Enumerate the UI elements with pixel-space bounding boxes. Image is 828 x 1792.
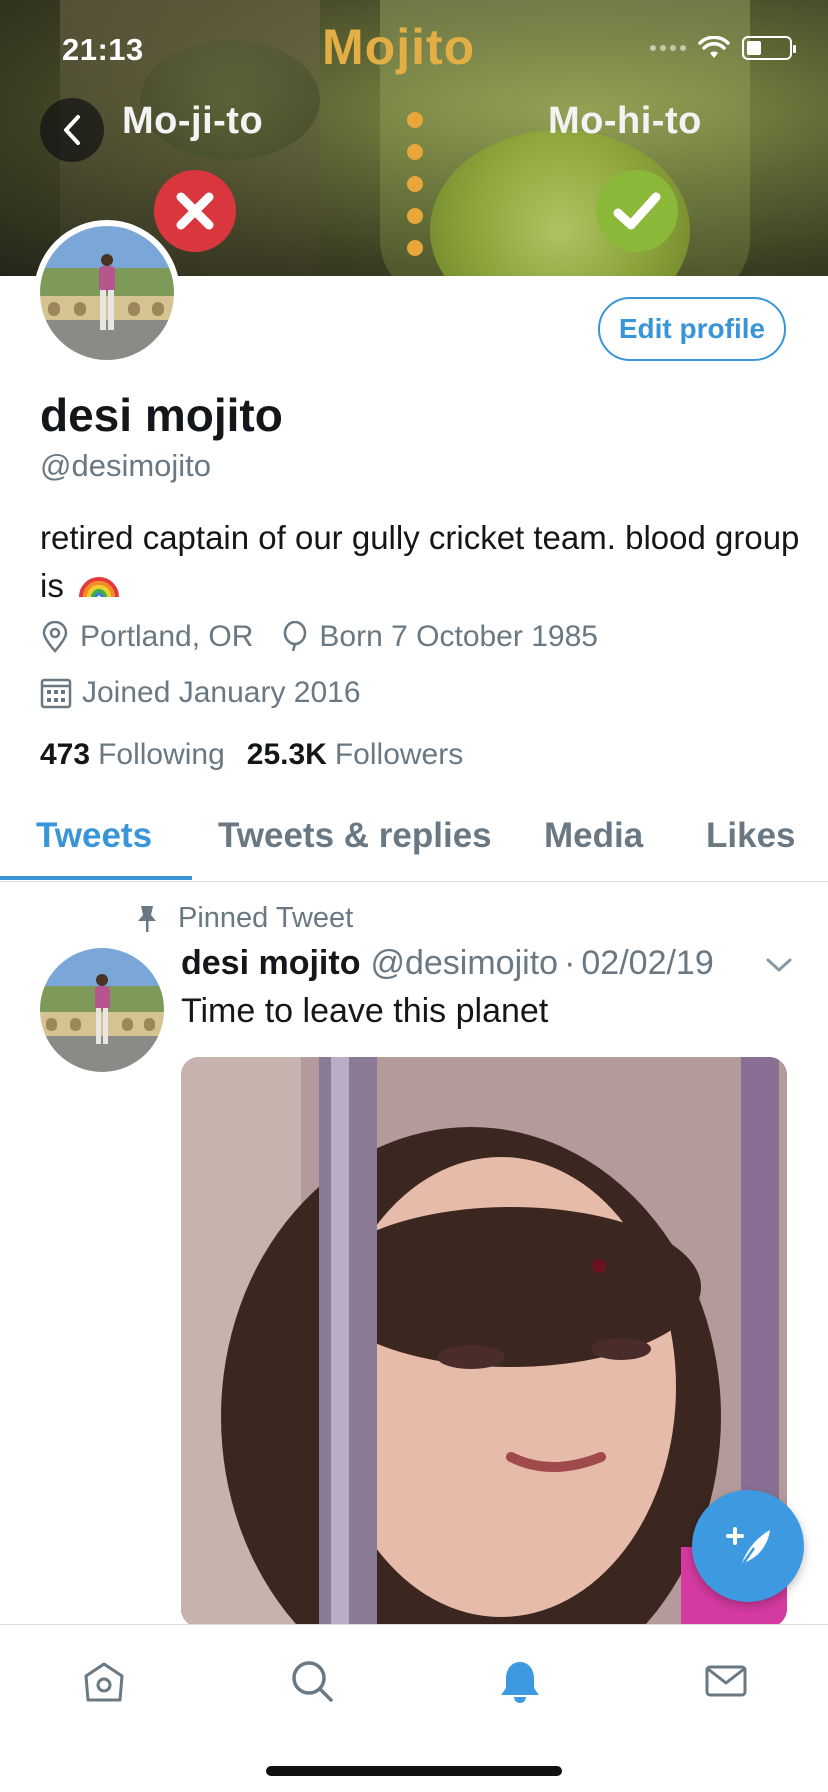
followers-label: Followers	[334, 738, 464, 771]
compose-feather-icon	[726, 1527, 770, 1569]
tab-tweets[interactable]: Tweets	[36, 816, 152, 856]
location-pin-icon	[42, 621, 68, 653]
tweet-text: Time to leave this planet	[181, 992, 549, 1030]
signal-icon	[650, 45, 686, 51]
profile-bio-text: retired captain of our gully cricket tea…	[40, 519, 800, 604]
profile-stats: 473 Following 25.3K Followers	[40, 738, 463, 772]
following-label: Following	[98, 738, 225, 771]
status-time: 21:13	[62, 32, 144, 67]
status-indicators	[650, 36, 796, 60]
profile-tabs: Tweets Tweets & replies Media Likes	[0, 806, 828, 882]
profile-location-text: Portland, OR	[80, 620, 254, 653]
profile-handle: @desimojito	[40, 448, 212, 483]
messages-icon[interactable]	[700, 1655, 752, 1707]
tab-media[interactable]: Media	[544, 816, 643, 856]
home-indicator-bar	[266, 1766, 562, 1776]
profile-birthday-text: Born 7 October 1985	[319, 620, 598, 653]
reject-cross-icon	[154, 170, 236, 252]
profile-birthday: Born 7 October 1985	[281, 620, 598, 654]
profile-meta-row: Portland, OR Born 7 October 1985	[40, 620, 626, 654]
profile-joined-text: Joined January 2016	[82, 676, 361, 709]
banner-label-right: Mo-hi-to	[548, 100, 702, 142]
profile-bio: retired captain of our gully cricket tea…	[40, 514, 800, 610]
chevron-left-icon	[64, 115, 80, 145]
pinned-tweet-label: Pinned Tweet	[134, 902, 353, 935]
tweet-header: desi mojito @desimojito · 02/02/19	[181, 944, 714, 983]
wifi-icon	[698, 36, 730, 58]
tweet-author-handle[interactable]: @desimojito	[370, 944, 558, 983]
banner-brand-title: Mojito	[322, 19, 476, 75]
profile-display-name: desi mojito	[40, 389, 283, 441]
profile-joined: Joined January 2016	[40, 676, 361, 710]
profile-avatar[interactable]	[34, 220, 180, 366]
tab-tweets-replies[interactable]: Tweets & replies	[218, 816, 492, 856]
rainbow-icon	[79, 577, 120, 598]
pinned-tweet-text: Pinned Tweet	[178, 902, 354, 934]
home-icon[interactable]	[78, 1655, 130, 1707]
tweet-separator: ·	[564, 944, 576, 982]
compose-tweet-button[interactable]	[692, 1490, 804, 1602]
tweet-author-name[interactable]: desi mojito	[181, 944, 360, 983]
battery-icon	[742, 36, 796, 60]
banner-divider-dots	[405, 112, 425, 264]
tab-likes[interactable]: Likes	[706, 816, 796, 856]
following-count: 473	[40, 738, 91, 771]
edit-profile-button[interactable]: Edit profile	[598, 297, 786, 361]
back-button[interactable]	[40, 98, 104, 162]
calendar-icon	[40, 678, 72, 709]
banner-label-left: Mo-ji-to	[122, 100, 264, 142]
following-stat[interactable]: 473 Following	[40, 738, 225, 772]
notifications-icon[interactable]	[494, 1655, 546, 1707]
accept-check-icon	[596, 170, 678, 252]
tweet-author-avatar[interactable]	[40, 948, 164, 1072]
profile-location: Portland, OR	[40, 620, 253, 654]
search-icon[interactable]	[286, 1655, 338, 1707]
balloon-icon	[284, 621, 307, 652]
followers-count: 25.3K	[246, 738, 327, 771]
tweet-date[interactable]: 02/02/19	[581, 944, 713, 983]
followers-stat[interactable]: 25.3K Followers	[247, 738, 463, 772]
active-tab-indicator	[0, 876, 192, 880]
chevron-down-icon[interactable]	[764, 956, 794, 974]
pin-icon	[138, 905, 156, 932]
